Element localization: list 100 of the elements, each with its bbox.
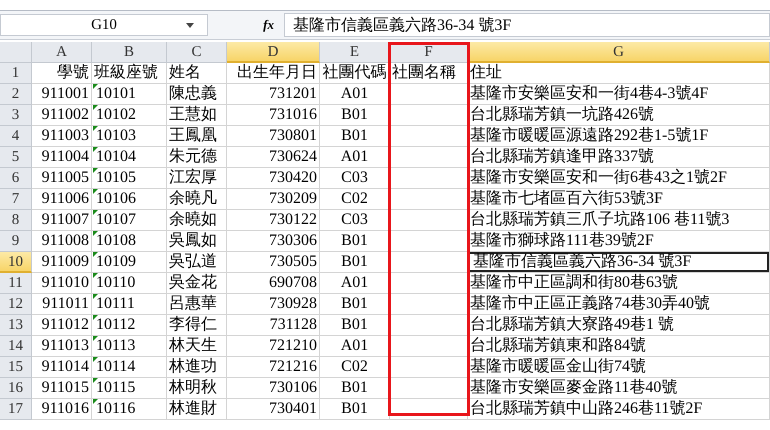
error-indicator-icon[interactable]: [93, 84, 98, 89]
table-cell: 余曉如: [167, 210, 227, 231]
table-cell: B01: [320, 126, 390, 147]
table-cell: 911005: [32, 168, 92, 189]
error-indicator-icon[interactable]: [93, 273, 98, 278]
error-indicator-icon[interactable]: [93, 252, 98, 257]
row-header[interactable]: 15: [0, 357, 32, 378]
row-header[interactable]: 13: [0, 315, 32, 336]
table-cell: 731128: [227, 315, 320, 336]
table-cell: 班級座號: [92, 63, 167, 84]
table-cell: 基隆市暖暖區源遠路292巷1-5號1F: [468, 126, 770, 147]
table-cell: 911013: [32, 336, 92, 357]
table-cell: 台北縣瑞芳鎮逢甲路337號: [468, 147, 770, 168]
table-cell: 社團名稱: [390, 63, 468, 84]
table-cell: 10107: [92, 210, 167, 231]
table-cell: 911003: [32, 126, 92, 147]
table-cell: A01: [320, 84, 390, 105]
table-cell: 690708: [227, 273, 320, 294]
column-header[interactable]: B: [92, 42, 167, 63]
error-indicator-icon[interactable]: [93, 357, 98, 362]
table-cell: B01: [320, 378, 390, 399]
table-cell: 10103: [92, 126, 167, 147]
table-cell: 林進財: [167, 399, 227, 420]
table-cell: 10116: [92, 399, 167, 420]
row-header[interactable]: 11: [0, 273, 32, 294]
error-indicator-icon[interactable]: [93, 378, 98, 383]
row-header[interactable]: 17: [0, 399, 32, 420]
error-indicator-icon[interactable]: [93, 105, 98, 110]
column-header[interactable]: E: [320, 42, 390, 63]
row-header[interactable]: 8: [0, 210, 32, 231]
table-cell: 730624: [227, 147, 320, 168]
table-cell: 730209: [227, 189, 320, 210]
table-cell: 10106: [92, 189, 167, 210]
table-cell: B01: [320, 315, 390, 336]
table-cell: 721210: [227, 336, 320, 357]
table-cell: 基隆市安樂區麥金路11巷40號: [468, 378, 770, 399]
table-cell: 911008: [32, 231, 92, 252]
name-box[interactable]: G10: [0, 14, 208, 36]
table-cell: 730306: [227, 231, 320, 252]
column-header[interactable]: C: [167, 42, 227, 63]
column-header[interactable]: G: [468, 42, 770, 63]
error-indicator-icon[interactable]: [93, 147, 98, 152]
insert-function-button[interactable]: fx: [263, 17, 274, 33]
table-cell: 基隆市七堵區百六街53號3F: [468, 189, 770, 210]
column-header[interactable]: D: [227, 42, 320, 63]
table-cell: 基隆市中正區正義路74巷30弄40號: [468, 294, 770, 315]
dropdown-caret-icon[interactable]: [186, 22, 194, 28]
error-indicator-icon[interactable]: [93, 210, 98, 215]
row-header[interactable]: 4: [0, 126, 32, 147]
table-cell: 911002: [32, 105, 92, 126]
row-header[interactable]: 9: [0, 231, 32, 252]
table-cell: 朱元德: [167, 147, 227, 168]
table-cell: 730505: [227, 252, 320, 273]
table-cell: 911015: [32, 378, 92, 399]
row-header[interactable]: 14: [0, 336, 32, 357]
table-cell: 911011: [32, 294, 92, 315]
table-cell: C02: [320, 189, 390, 210]
table-cell: 911006: [32, 189, 92, 210]
column-header[interactable]: A: [32, 42, 92, 63]
table-cell: 721216: [227, 357, 320, 378]
row-header[interactable]: 5: [0, 147, 32, 168]
row-header[interactable]: 7: [0, 189, 32, 210]
table-cell: 出生年月日: [227, 63, 320, 84]
error-indicator-icon[interactable]: [93, 315, 98, 320]
table-cell: C03: [320, 168, 390, 189]
table-cell: 10105: [92, 168, 167, 189]
table-cell: 台北縣瑞芳鎮東和路84號: [468, 336, 770, 357]
formula-field[interactable]: 基隆市信義區義六路36-34 號3F: [284, 13, 770, 37]
error-indicator-icon[interactable]: [93, 231, 98, 236]
table-cell: 730401: [227, 399, 320, 420]
error-indicator-icon[interactable]: [93, 189, 98, 194]
table-cell: 10112: [92, 315, 167, 336]
active-cell[interactable]: 基隆市信義區義六路36-34 號3F: [468, 252, 770, 273]
row-header[interactable]: 3: [0, 105, 32, 126]
error-indicator-icon[interactable]: [93, 168, 98, 173]
table-cell: A01: [320, 147, 390, 168]
row-header[interactable]: 10: [0, 252, 32, 273]
table-cell: C03: [320, 210, 390, 231]
table-cell: 10113: [92, 336, 167, 357]
row-header[interactable]: 12: [0, 294, 32, 315]
table-cell: 住址: [468, 63, 770, 84]
error-indicator-icon[interactable]: [93, 126, 98, 131]
table-cell: 吳弘道: [167, 252, 227, 273]
error-indicator-icon[interactable]: [93, 294, 98, 299]
error-indicator-icon[interactable]: [93, 336, 98, 341]
table-cell: B01: [320, 294, 390, 315]
table-cell: 730928: [227, 294, 320, 315]
row-header[interactable]: 2: [0, 84, 32, 105]
table-cell: 台北縣瑞芳鎮三爪子坑路106 巷11號3: [468, 210, 770, 231]
table-cell: 基隆市獅球路111巷39號2F: [468, 231, 770, 252]
table-cell: 台北縣瑞芳鎮大寮路49巷1 號: [468, 315, 770, 336]
table-cell: 10101: [92, 84, 167, 105]
row-header[interactable]: 6: [0, 168, 32, 189]
error-indicator-icon[interactable]: [93, 399, 98, 404]
table-cell: 10104: [92, 147, 167, 168]
table-cell: 730801: [227, 126, 320, 147]
table-cell: 911009: [32, 252, 92, 273]
row-header[interactable]: 1: [0, 63, 32, 84]
table-cell: 730106: [227, 378, 320, 399]
row-header[interactable]: 16: [0, 378, 32, 399]
